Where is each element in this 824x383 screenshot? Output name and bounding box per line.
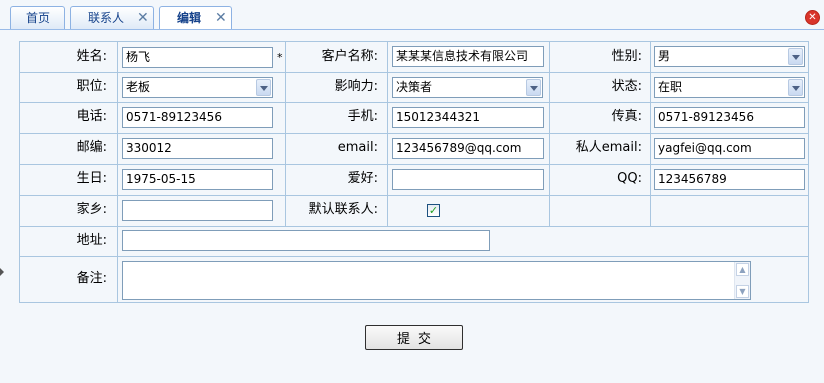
qq-label: QQ:: [617, 171, 642, 186]
gender-value: 男: [658, 49, 671, 63]
chevron-down-icon[interactable]: [256, 79, 271, 96]
remark-textarea[interactable]: ▲ ▼: [122, 261, 751, 300]
row-divider: [20, 133, 808, 134]
remark-label: 备注:: [76, 271, 107, 286]
scroll-down-icon[interactable]: ▼: [736, 285, 749, 298]
default-contact-label: 默认联系人:: [308, 202, 378, 217]
mobile-field[interactable]: 15012344321: [392, 107, 544, 128]
chevron-down-icon[interactable]: [526, 79, 541, 96]
tab-divider: [0, 29, 824, 30]
status-select[interactable]: 在职: [654, 77, 805, 98]
tab-home-label: 首页: [26, 11, 51, 25]
tab-contacts[interactable]: 联系人 ✕: [70, 6, 154, 29]
private-email-field[interactable]: yagfei@qq.com: [654, 138, 805, 159]
status-value: 在职: [658, 80, 683, 94]
collapse-handle-icon[interactable]: [0, 268, 4, 276]
hometown-field[interactable]: [122, 200, 273, 221]
default-contact-checkbox[interactable]: ✓: [427, 204, 440, 217]
postcode-field[interactable]: 330012: [122, 138, 273, 159]
col-divider: [285, 42, 286, 226]
influence-label: 影响力:: [334, 79, 378, 94]
col-divider: [650, 42, 651, 226]
scrollbar[interactable]: ▲ ▼: [734, 262, 750, 299]
fax-label: 传真:: [611, 109, 642, 124]
position-select[interactable]: 老板: [122, 77, 273, 98]
col-divider: [117, 42, 118, 302]
row-divider: [20, 256, 808, 257]
phone-field[interactable]: 0571-89123456: [122, 107, 273, 128]
phone-label: 电话:: [76, 109, 107, 124]
name-field[interactable]: 杨飞: [122, 47, 273, 68]
gender-select[interactable]: 男: [654, 46, 805, 67]
address-field[interactable]: [122, 230, 490, 251]
required-mark: *: [277, 51, 283, 64]
row-divider: [20, 195, 808, 196]
tab-contacts-label: 联系人: [88, 11, 125, 25]
status-label: 状态:: [611, 79, 642, 94]
tab-bar: 首页 联系人 ✕ 编辑 ✕ ✕: [0, 0, 824, 30]
close-all-tabs-icon[interactable]: ✕: [805, 10, 820, 25]
name-label: 姓名:: [76, 49, 107, 64]
hobby-label: 爱好:: [347, 171, 378, 186]
influence-select[interactable]: 决策者: [392, 77, 543, 98]
email-field[interactable]: 123456789@qq.com: [392, 138, 544, 159]
scroll-up-icon[interactable]: ▲: [736, 263, 749, 276]
submit-button[interactable]: 提交: [365, 325, 463, 350]
row-divider: [20, 164, 808, 165]
mobile-label: 手机:: [347, 109, 378, 124]
private-email-label: 私人email:: [575, 140, 642, 155]
close-icon[interactable]: ✕: [137, 11, 149, 25]
row-divider: [20, 102, 808, 103]
hometown-label: 家乡:: [76, 202, 107, 217]
chevron-down-icon[interactable]: [788, 79, 803, 96]
col-divider: [387, 42, 388, 226]
tab-edit[interactable]: 编辑 ✕: [159, 6, 232, 30]
customer-name-field[interactable]: 某某某信息技术有限公司: [392, 46, 544, 67]
position-label: 职位:: [76, 79, 107, 94]
qq-field[interactable]: 123456789: [654, 169, 805, 190]
birthday-field[interactable]: 1975-05-15: [122, 169, 273, 190]
col-divider: [549, 42, 550, 226]
customer-name-label: 客户名称:: [321, 49, 378, 64]
fax-field[interactable]: 0571-89123456: [654, 107, 805, 128]
hobby-field[interactable]: [392, 169, 544, 190]
row-divider: [20, 72, 808, 73]
tab-home[interactable]: 首页: [10, 6, 65, 29]
row-divider: [20, 226, 808, 227]
address-label: 地址:: [76, 233, 107, 248]
position-value: 老板: [126, 80, 151, 94]
close-icon[interactable]: ✕: [215, 11, 227, 25]
postcode-label: 邮编:: [76, 140, 107, 155]
contact-edit-form: 姓名: 杨飞 * 客户名称: 某某某信息技术有限公司 性别: 男 职位: 老板 …: [19, 41, 809, 303]
email-label: email:: [337, 140, 378, 155]
chevron-down-icon[interactable]: [788, 48, 803, 65]
tab-edit-label: 编辑: [177, 11, 202, 25]
birthday-label: 生日:: [76, 171, 107, 186]
influence-value: 决策者: [396, 80, 433, 94]
gender-label: 性别:: [611, 49, 642, 64]
